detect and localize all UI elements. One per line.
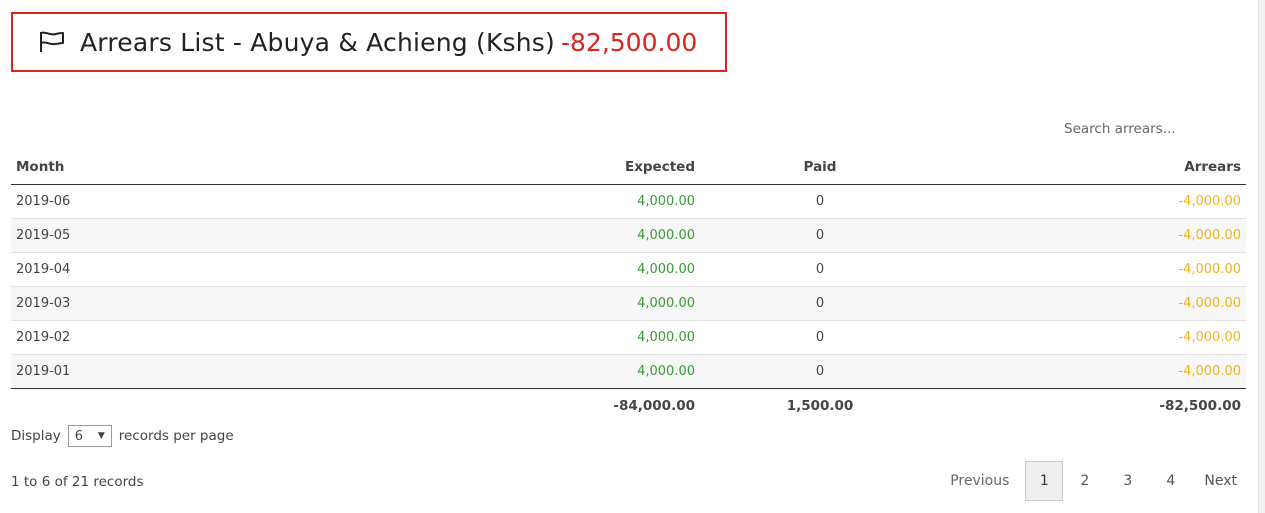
- totals-label: [11, 389, 475, 424]
- table-row: 2019-06 4,000.00 0 -4,000.00: [11, 184, 1246, 219]
- cell-paid: 0: [700, 218, 940, 253]
- pagination: Previous 1 2 3 4 Next: [944, 461, 1243, 501]
- cell-arrears: -4,000.00: [940, 218, 1246, 253]
- records-per-page-select[interactable]: 6 ▼: [67, 425, 112, 447]
- page-button-3[interactable]: 3: [1106, 461, 1149, 501]
- cell-paid: 0: [700, 252, 940, 287]
- records-per-page-control: Display 6 ▼ records per page: [11, 425, 234, 447]
- column-header-expected[interactable]: Expected: [475, 150, 700, 185]
- cell-month: 2019-02: [11, 320, 475, 355]
- previous-page-button[interactable]: Previous: [944, 461, 1025, 501]
- cell-paid: 0: [700, 320, 940, 355]
- table-row: 2019-01 4,000.00 0 -4,000.00: [11, 354, 1246, 389]
- table-row: 2019-05 4,000.00 0 -4,000.00: [11, 218, 1246, 253]
- cell-arrears: -4,000.00: [940, 184, 1246, 219]
- cell-month: 2019-01: [11, 354, 475, 389]
- page-title: Arrears List - Abuya & Achieng (Kshs): [80, 27, 555, 57]
- flag-icon: [38, 30, 66, 54]
- cell-expected: 4,000.00: [475, 320, 700, 355]
- cell-month: 2019-05: [11, 218, 475, 253]
- cell-expected: 4,000.00: [475, 184, 700, 219]
- page-title-box: Arrears List - Abuya & Achieng (Kshs) -8…: [11, 12, 727, 72]
- cell-expected: 4,000.00: [475, 252, 700, 287]
- cell-month: 2019-04: [11, 252, 475, 287]
- dropdown-arrow-icon: ▼: [97, 431, 105, 441]
- cell-expected: 4,000.00: [475, 218, 700, 253]
- cell-arrears: -4,000.00: [940, 354, 1246, 389]
- arrears-table: Month Expected Paid Arrears 2019-06 4,00…: [11, 150, 1246, 423]
- cell-month: 2019-03: [11, 286, 475, 321]
- table-header-row: Month Expected Paid Arrears: [11, 150, 1246, 185]
- page-button-4[interactable]: 4: [1149, 461, 1192, 501]
- cell-expected: 4,000.00: [475, 286, 700, 321]
- table-row: 2019-03 4,000.00 0 -4,000.00: [11, 286, 1246, 321]
- totals-row: -84,000.00 1,500.00 -82,500.00: [11, 389, 1246, 424]
- table-row: 2019-02 4,000.00 0 -4,000.00: [11, 320, 1246, 355]
- search-input[interactable]: [1040, 117, 1240, 141]
- cell-arrears: -4,000.00: [940, 320, 1246, 355]
- cell-month: 2019-06: [11, 184, 475, 219]
- table-row: 2019-04 4,000.00 0 -4,000.00: [11, 252, 1246, 287]
- column-header-arrears[interactable]: Arrears: [940, 150, 1246, 185]
- total-arrears: -82,500.00: [1159, 398, 1241, 414]
- cell-paid: 0: [700, 286, 940, 321]
- cell-paid: 0: [700, 184, 940, 219]
- column-header-month[interactable]: Month: [11, 150, 475, 185]
- records-info: 1 to 6 of 21 records: [11, 474, 144, 490]
- cell-paid: 0: [700, 354, 940, 389]
- total-paid: 1,500.00: [786, 398, 854, 414]
- next-page-button[interactable]: Next: [1192, 461, 1243, 501]
- display-label: Display: [11, 428, 61, 444]
- page-button-1[interactable]: 1: [1025, 461, 1064, 501]
- cell-arrears: -4,000.00: [940, 252, 1246, 287]
- cell-expected: 4,000.00: [475, 354, 700, 389]
- scrollbar[interactable]: [1258, 0, 1265, 513]
- total-expected: -84,000.00: [613, 398, 695, 414]
- cell-arrears: -4,000.00: [940, 286, 1246, 321]
- records-per-page-label: records per page: [118, 428, 234, 444]
- records-per-page-value: 6: [74, 428, 84, 444]
- page-button-2[interactable]: 2: [1063, 461, 1106, 501]
- column-header-paid[interactable]: Paid: [700, 150, 940, 185]
- total-arrears-amount: -82,500.00: [561, 27, 698, 57]
